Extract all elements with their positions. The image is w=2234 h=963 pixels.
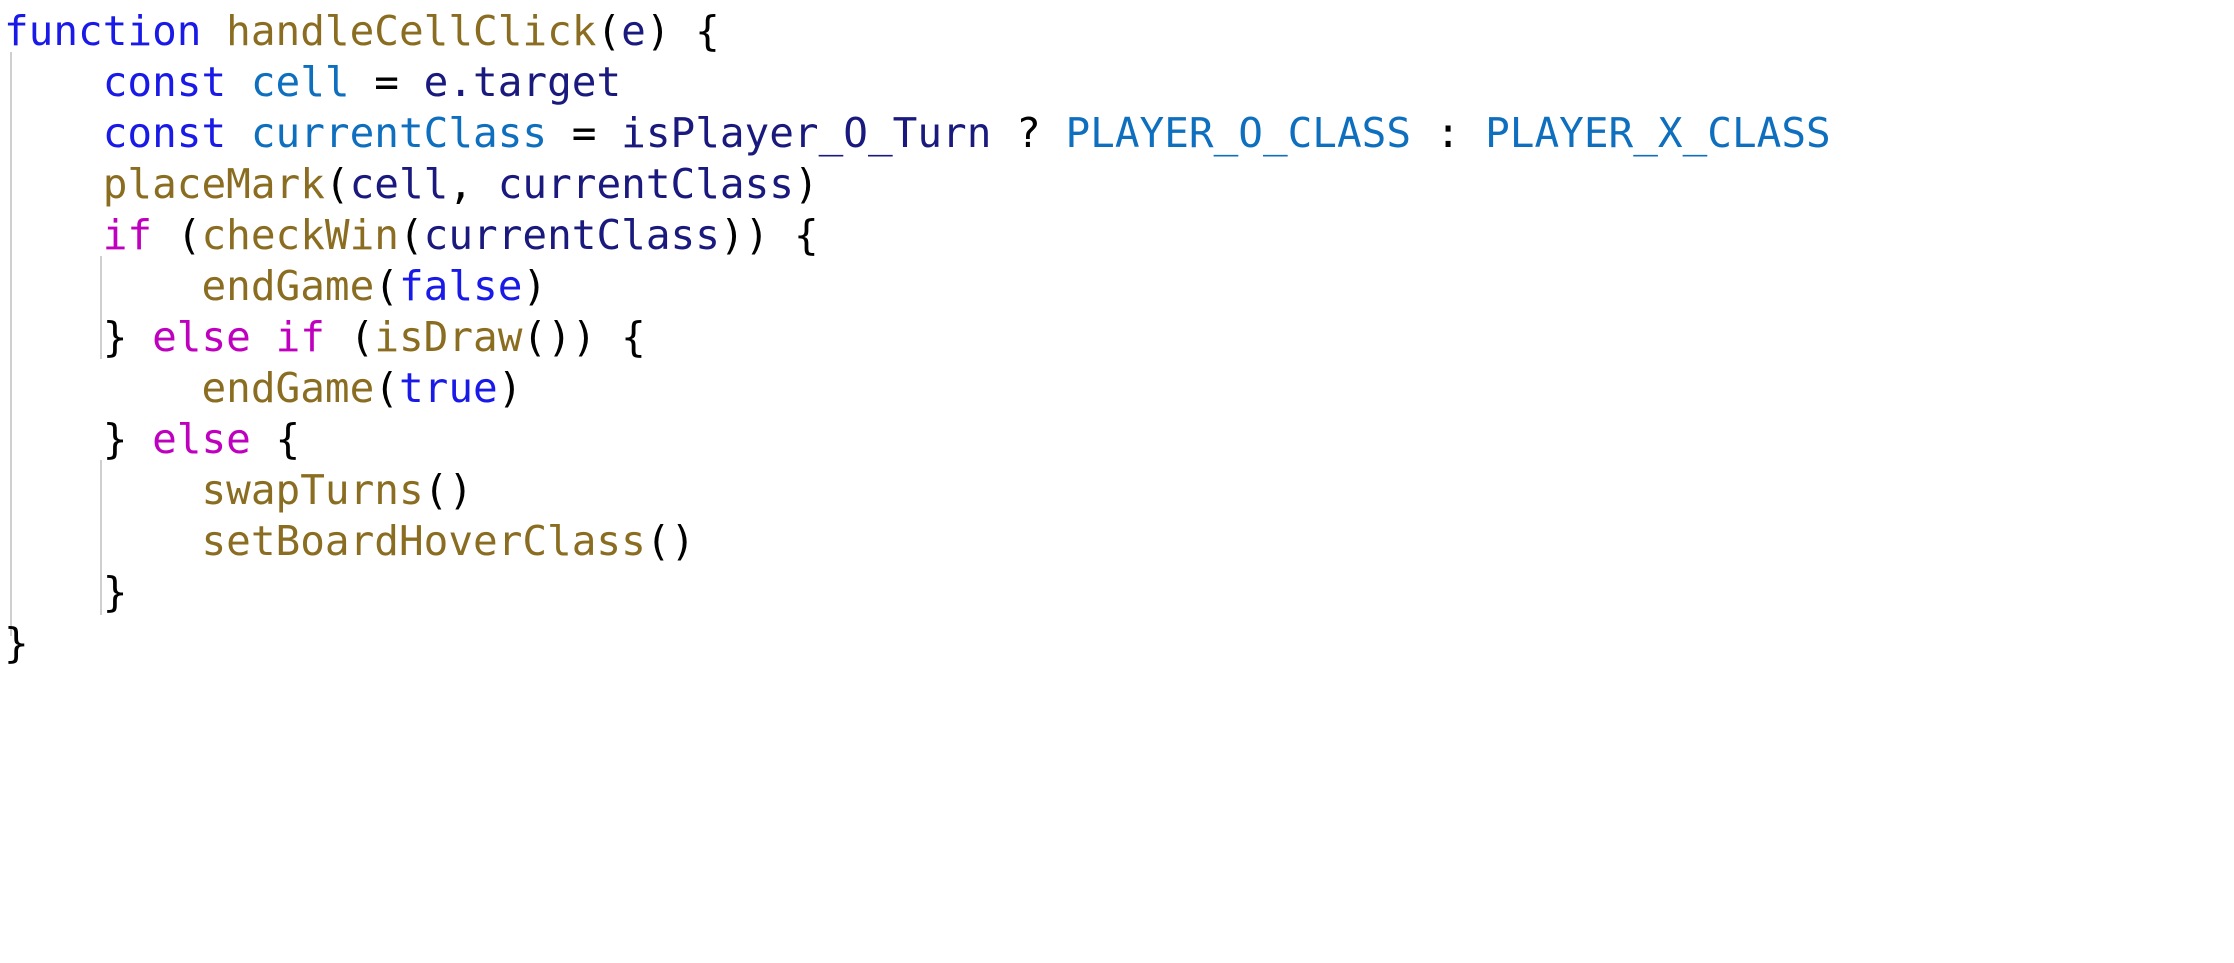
code-token: {	[250, 415, 301, 463]
code-token: (	[324, 313, 375, 361]
code-token: checkWin	[201, 211, 399, 259]
code-token: ()	[645, 517, 696, 565]
code-token: isPlayer_O_Turn	[621, 109, 992, 157]
code-token: }	[4, 619, 29, 667]
code-token: }	[102, 568, 128, 616]
code-token: e	[621, 7, 646, 55]
code-token: endGame	[201, 364, 375, 412]
code-token: false	[398, 262, 523, 310]
code-token: =	[547, 109, 622, 157]
code-line[interactable]: swapTurns()	[4, 465, 2234, 516]
code-line[interactable]: }	[4, 618, 2234, 669]
code-token: )	[522, 262, 548, 310]
code-token: if	[275, 313, 325, 361]
code-line[interactable]: endGame(true)	[4, 363, 2234, 414]
code-line[interactable]: endGame(false)	[4, 261, 2234, 312]
code-token: e.target	[423, 58, 622, 106]
code-token: =	[349, 58, 424, 106]
code-token: }	[102, 415, 128, 463]
code-line[interactable]: }	[4, 567, 2234, 618]
code-token: cell	[250, 58, 350, 106]
code-token: else	[152, 415, 251, 463]
code-line[interactable]: const cell = e.target	[4, 57, 2234, 108]
code-line[interactable]: const currentClass = isPlayer_O_Turn ? P…	[4, 108, 2234, 159]
code-token: ) {	[645, 7, 720, 55]
code-line[interactable]: } else {	[4, 414, 2234, 465]
code-token: PLAYER_O_CLASS	[1065, 109, 1412, 157]
code-token: placeMark	[102, 160, 325, 208]
code-token: ()) {	[522, 313, 646, 361]
code-token: currentClass	[423, 211, 720, 259]
code-token: swapTurns	[201, 466, 424, 514]
code-token: handleCellClick	[226, 7, 597, 55]
code-token: true	[398, 364, 498, 412]
code-token: :	[1411, 109, 1486, 157]
code-token: else	[152, 313, 251, 361]
code-token: const	[102, 58, 227, 106]
code-token: if	[102, 211, 153, 259]
code-token: currentClass	[497, 160, 794, 208]
code-token: (	[374, 262, 399, 310]
code-line[interactable]: function handleCellClick(e) {	[4, 6, 2234, 57]
code-line[interactable]: if (checkWin(currentClass)) {	[4, 210, 2234, 261]
code-token: (	[596, 7, 622, 55]
code-token: isDraw	[374, 313, 523, 361]
code-token: ,	[448, 160, 498, 208]
code-token: (	[324, 160, 350, 208]
code-token: )	[497, 364, 523, 412]
code-editor-surface[interactable]: function handleCellClick(e) { const cell…	[0, 0, 2234, 963]
code-token: ?	[991, 109, 1066, 157]
code-token: ()	[423, 466, 474, 514]
code-token: (	[398, 211, 424, 259]
code-token: setBoardHoverClass	[201, 517, 646, 565]
code-token: )) {	[719, 211, 819, 259]
code-token: cell	[349, 160, 449, 208]
code-token: PLAYER_X_CLASS	[1485, 109, 1831, 157]
code-token: endGame	[201, 262, 375, 310]
code-token: (	[152, 211, 202, 259]
code-token: )	[793, 160, 819, 208]
code-line[interactable]: setBoardHoverClass()	[4, 516, 2234, 567]
code-token: }	[102, 313, 128, 361]
code-token: function	[4, 7, 202, 55]
code-token: currentClass	[250, 109, 548, 157]
code-token: (	[374, 364, 399, 412]
code-content[interactable]: function handleCellClick(e) { const cell…	[0, 0, 2234, 669]
code-token: const	[102, 109, 227, 157]
code-line[interactable]: } else if (isDraw()) {	[4, 312, 2234, 363]
code-line[interactable]: placeMark(cell, currentClass)	[4, 159, 2234, 210]
